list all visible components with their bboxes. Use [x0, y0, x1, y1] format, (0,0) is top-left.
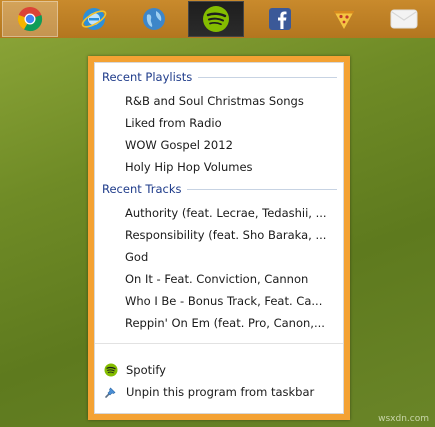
track-item[interactable]: Reppin' On Em (feat. Pro, Canon,...	[125, 314, 335, 332]
unpin-icon	[104, 385, 118, 399]
spotify-jump-list: Recent Playlists R&B and Soul Christmas …	[88, 56, 350, 420]
chrome-icon	[17, 7, 43, 32]
taskbar-button-chrome[interactable]	[2, 1, 58, 37]
spotify-icon	[203, 6, 229, 32]
recent-playlists-header: Recent Playlists	[102, 70, 337, 84]
taskbar-button-spotify[interactable]	[188, 1, 244, 37]
taskbar-button-pizza[interactable]	[316, 1, 372, 37]
taskbar-button-mail[interactable]	[376, 1, 432, 37]
taskbar-button-facebook[interactable]	[252, 1, 308, 37]
spotify-icon	[104, 363, 118, 377]
playlist-item[interactable]: Holy Hip Hop Volumes	[125, 158, 335, 176]
jump-list-panel: Recent Playlists R&B and Soul Christmas …	[94, 62, 344, 414]
taskbar	[0, 0, 435, 38]
recent-tracks-title: Recent Tracks	[102, 182, 182, 196]
unpin-label: Unpin this program from taskbar	[126, 385, 315, 399]
track-item[interactable]: Authority (feat. Lecrae, Tedashii, ...	[125, 204, 335, 222]
track-item[interactable]: God	[125, 248, 335, 266]
unpin-from-taskbar-task[interactable]: Unpin this program from taskbar	[104, 382, 335, 402]
recent-tracks-header: Recent Tracks	[102, 182, 337, 196]
playlist-item[interactable]: R&B and Soul Christmas Songs	[125, 92, 335, 110]
taskbar-button-globe[interactable]	[126, 1, 182, 37]
taskbar-button-internet-explorer[interactable]	[66, 1, 122, 37]
ie-icon	[81, 8, 107, 30]
tasks-divider	[95, 343, 343, 344]
pizza-icon	[334, 11, 354, 29]
mail-icon	[390, 9, 418, 29]
section-divider	[187, 189, 337, 190]
watermark: wsxdn.com	[378, 414, 429, 424]
track-item[interactable]: Responsibility (feat. Sho Baraka, ...	[125, 226, 335, 244]
facebook-icon	[269, 8, 291, 30]
recent-playlists-title: Recent Playlists	[102, 70, 193, 84]
track-item[interactable]: On It - Feat. Conviction, Cannon	[125, 270, 335, 288]
playlist-item[interactable]: WOW Gospel 2012	[125, 136, 335, 154]
open-spotify-task[interactable]: Spotify	[104, 360, 335, 380]
section-divider	[198, 77, 337, 78]
track-item[interactable]: Who I Be - Bonus Track, Feat. Ca...	[125, 292, 335, 310]
globe-icon	[143, 8, 165, 30]
open-spotify-label: Spotify	[126, 363, 166, 377]
playlist-item[interactable]: Liked from Radio	[125, 114, 335, 132]
